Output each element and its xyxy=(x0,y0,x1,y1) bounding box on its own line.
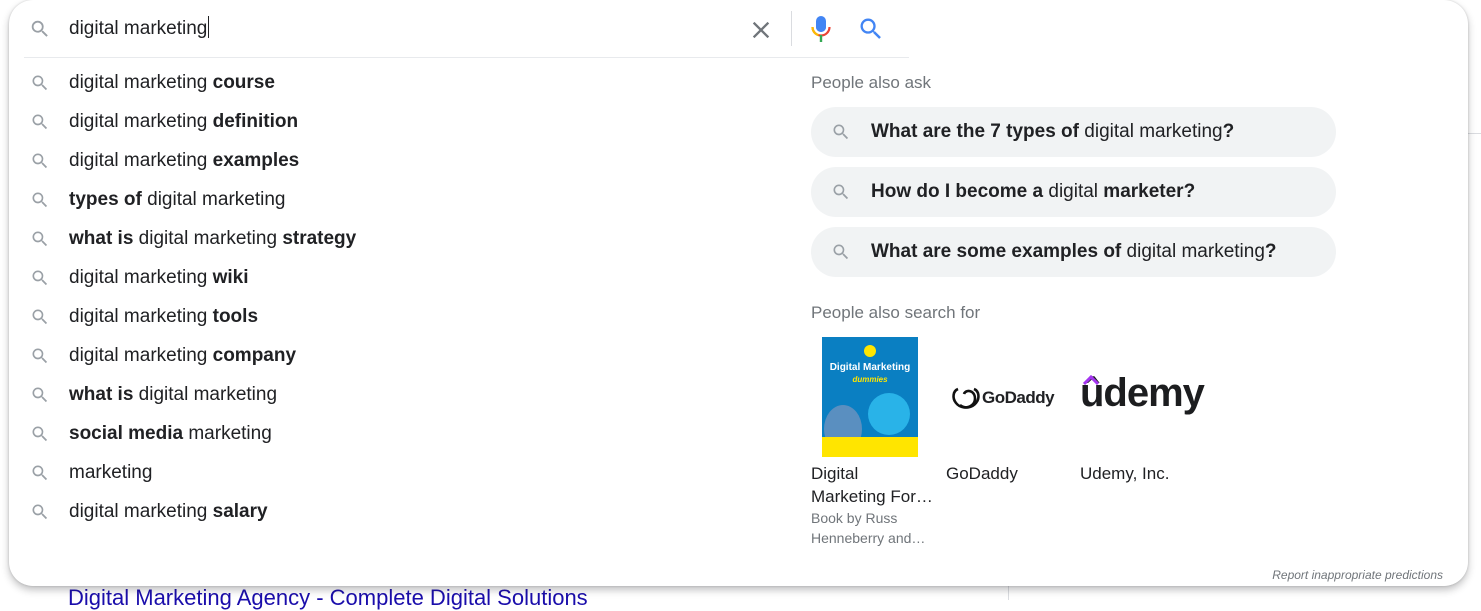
related-entity-book[interactable]: Digital Marketing For… Book by Russ Henn… xyxy=(811,462,941,548)
suggestion-text: what is digital marketing xyxy=(69,384,278,405)
godaddy-logo-text: GoDaddy xyxy=(982,388,1055,407)
suggestion-text: what is digital marketing strategy xyxy=(69,228,357,249)
search-icon xyxy=(30,112,50,137)
suggestion-text: digital marketing wiki xyxy=(69,267,249,288)
suggestion-text: marketing xyxy=(69,462,153,483)
suggestion-item[interactable]: social media marketing xyxy=(9,414,769,453)
udemy-logo: ûdemy xyxy=(1080,337,1210,457)
book-cover-badge xyxy=(868,393,910,435)
suggestion-item[interactable]: digital marketing wiki xyxy=(9,258,769,297)
related-entity-udemy[interactable]: ûdemy Udemy, Inc. xyxy=(1080,337,1210,485)
search-icon xyxy=(30,424,50,449)
entity-name-cont: Marketing For… xyxy=(811,487,933,506)
suggestion-text: digital marketing company xyxy=(69,345,297,366)
suggestion-item[interactable]: what is digital marketing strategy xyxy=(9,219,769,258)
search-icon xyxy=(831,182,851,207)
search-box-separator xyxy=(24,57,909,58)
book-cover-subtitle: dummies xyxy=(852,375,888,384)
search-input[interactable]: digital marketing xyxy=(69,16,210,40)
godaddy-logo: GoDaddy xyxy=(946,337,1066,457)
people-also-search-for-title: People also search for xyxy=(811,303,981,322)
suggestion-text: types of digital marketing xyxy=(69,189,286,210)
entity-name: Digital xyxy=(811,464,859,483)
book-cover-thumbnail[interactable]: Digital Marketing dummies xyxy=(822,337,918,457)
entity-name: Udemy, Inc. xyxy=(1080,464,1170,483)
udemy-hat-icon xyxy=(1083,375,1099,385)
search-icon xyxy=(30,73,50,98)
suggestion-text: digital marketing definition xyxy=(69,111,299,132)
suggestion-text: digital marketing course xyxy=(69,72,275,93)
autocomplete-dropdown: digital marketing digital marketing cour… xyxy=(9,0,1468,586)
search-button-icon[interactable] xyxy=(857,15,885,43)
entity-subtitle: Book by Russ xyxy=(811,510,898,526)
search-box-divider xyxy=(791,11,792,46)
suggestion-text: digital marketing examples xyxy=(69,150,300,171)
suggestion-item[interactable]: what is digital marketing xyxy=(9,375,769,414)
related-question[interactable]: How do I become a digital marketer? xyxy=(811,167,1336,217)
book-cover-title: Digital Marketing xyxy=(829,362,911,373)
suggestion-item[interactable]: digital marketing course xyxy=(9,63,769,102)
search-icon xyxy=(30,307,50,332)
suggestion-item[interactable]: digital marketing salary xyxy=(9,492,769,531)
suggestion-item[interactable]: digital marketing examples xyxy=(9,141,769,180)
book-cover-strip xyxy=(822,437,918,457)
search-icon xyxy=(30,502,50,527)
related-question-text: How do I become a digital marketer? xyxy=(871,181,1196,202)
dummies-logo-icon xyxy=(864,345,876,357)
people-also-ask-title: People also ask xyxy=(811,73,932,92)
related-question[interactable]: What are the 7 types of digital marketin… xyxy=(811,107,1336,157)
related-entity-godaddy[interactable]: GoDaddy GoDaddy xyxy=(946,337,1066,485)
search-query: digital marketing xyxy=(69,18,208,39)
related-question-text: What are some examples of digital market… xyxy=(871,241,1277,262)
search-icon xyxy=(30,151,50,176)
suggestion-text: digital marketing tools xyxy=(69,306,259,327)
search-icon xyxy=(30,229,50,254)
suggestion-text: social media marketing xyxy=(69,423,272,444)
search-icon xyxy=(30,385,50,410)
background-column-divider xyxy=(1008,586,1009,600)
report-predictions-link[interactable]: Report inappropriate predictions xyxy=(1272,568,1443,582)
suggestion-item[interactable]: marketing xyxy=(9,453,769,492)
entity-name: GoDaddy xyxy=(946,464,1018,483)
suggestion-list: digital marketing course digital marketi… xyxy=(9,63,769,531)
search-icon xyxy=(30,346,50,371)
suggestion-item[interactable]: digital marketing tools xyxy=(9,297,769,336)
search-box: digital marketing xyxy=(9,0,909,57)
background-result-link[interactable]: Digital Marketing Agency - Complete Digi… xyxy=(68,585,588,611)
related-question-text: What are the 7 types of digital marketin… xyxy=(871,121,1235,142)
suggestion-item[interactable]: types of digital marketing xyxy=(9,180,769,219)
search-icon xyxy=(30,463,50,488)
search-icon xyxy=(831,122,851,147)
mic-icon[interactable] xyxy=(809,14,833,44)
suggestion-text: digital marketing salary xyxy=(69,501,268,522)
suggestion-item[interactable]: digital marketing company xyxy=(9,336,769,375)
suggestion-item[interactable]: digital marketing definition xyxy=(9,102,769,141)
search-icon xyxy=(29,18,51,45)
search-icon xyxy=(831,242,851,267)
search-icon xyxy=(30,268,50,293)
text-caret xyxy=(208,16,210,38)
clear-icon[interactable] xyxy=(747,16,775,44)
related-question[interactable]: What are some examples of digital market… xyxy=(811,227,1336,277)
search-icon xyxy=(30,190,50,215)
entity-subtitle-cont: Henneberry and… xyxy=(811,530,926,546)
